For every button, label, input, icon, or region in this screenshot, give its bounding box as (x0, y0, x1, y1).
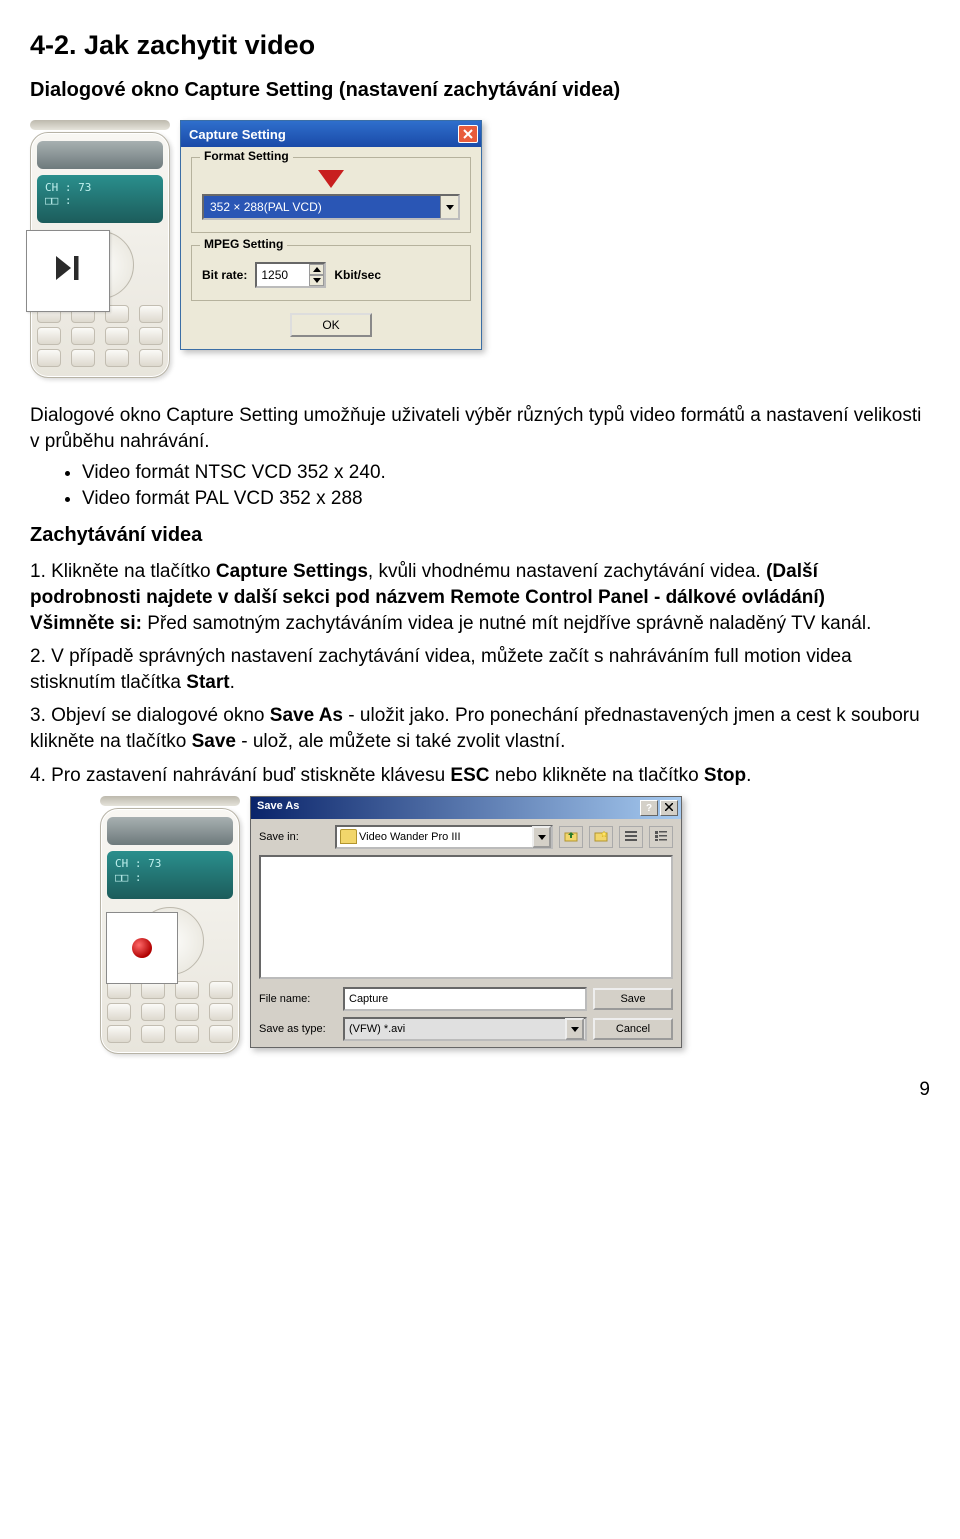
skip-next-icon (50, 250, 86, 292)
remote-button[interactable] (105, 327, 129, 345)
spin-down-button[interactable] (309, 275, 324, 286)
cancel-button[interactable]: Cancel (593, 1018, 673, 1040)
red-arrow-icon (318, 170, 344, 188)
bitrate-unit: Kbit/sec (334, 268, 381, 282)
remote-button[interactable] (71, 349, 95, 367)
savein-select[interactable]: Video Wander Pro III (335, 825, 553, 849)
remote-button[interactable] (175, 1003, 199, 1021)
page-number: 9 (30, 1079, 930, 1101)
bitrate-stepper[interactable] (255, 262, 326, 288)
save-as-dialog: Save As ? Save in: Video Wander Pro III (250, 796, 682, 1048)
close-button[interactable] (660, 800, 678, 816)
dialog-titlebar: Save As ? (251, 797, 681, 819)
remote-button[interactable] (37, 327, 61, 345)
remote-button[interactable] (141, 1003, 165, 1021)
close-button[interactable] (458, 125, 478, 143)
details-icon (655, 831, 667, 844)
remote-button[interactable] (107, 1025, 131, 1043)
lead-paragraph: Dialogové okno Capture Setting (nastaven… (30, 79, 930, 102)
remote-button[interactable] (107, 1003, 131, 1021)
ok-button[interactable]: OK (290, 313, 372, 337)
remote-button[interactable] (139, 327, 163, 345)
dialog-title: Save As (257, 800, 299, 816)
step-2: 2. V případě správných nastavení zachytá… (30, 644, 930, 695)
folder-icon (340, 829, 357, 844)
mpeg-setting-group: MPEG Setting Bit rate: Kbit/sec (191, 245, 471, 301)
remote-button[interactable] (105, 349, 129, 367)
type-select[interactable]: (VFW) *.avi (343, 1017, 587, 1041)
remote-lcd: CH : 73 □□ : (37, 175, 163, 223)
body-text: Dialogové okno Capture Setting umožňuje … (30, 403, 930, 788)
figure-row-1: CH : 73 □□ : (30, 120, 930, 378)
list-item: Video formát PAL VCD 352 x 288 (82, 488, 930, 510)
figure-row-2: CH : 73 □□ : (100, 796, 930, 1054)
filename-field[interactable]: Capture (343, 987, 587, 1011)
save-button[interactable]: Save (593, 988, 673, 1010)
list-item: Video formát NTSC VCD 352 x 240. (82, 462, 930, 484)
help-button[interactable]: ? (640, 800, 658, 816)
bitrate-label: Bit rate: (202, 268, 247, 282)
up-folder-button[interactable] (559, 826, 583, 848)
remote-brand (107, 817, 233, 845)
remote-button[interactable] (139, 349, 163, 367)
subheading: Zachytávání videa (30, 524, 930, 547)
folder-up-icon (564, 830, 578, 845)
intro-paragraph: Dialogové okno Capture Setting umožňuje … (30, 403, 930, 454)
remote-button[interactable] (209, 981, 233, 999)
savein-label: Save in: (259, 831, 329, 843)
step-1: 1. Klikněte na tlačítko Capture Settings… (30, 559, 930, 636)
remote-control-panel: CH : 73 □□ : (30, 120, 170, 378)
new-folder-button[interactable] (589, 826, 613, 848)
dialog-title: Capture Setting (189, 127, 286, 142)
section-title: 4-2. Jak zachytit video (30, 30, 930, 61)
step-4: 4. Pro zastavení nahrávání buď stiskněte… (30, 763, 930, 789)
remote-button[interactable] (209, 1025, 233, 1043)
close-icon (665, 802, 673, 814)
format-setting-group: Format Setting 352 × 288(PAL VCD) (191, 157, 471, 233)
chevron-down-icon (446, 205, 454, 210)
chevron-down-icon (538, 835, 546, 840)
format-select[interactable]: 352 × 288(PAL VCD) (202, 194, 460, 220)
chevron-down-icon (313, 278, 321, 283)
dropdown-button[interactable] (532, 826, 551, 848)
remote-button[interactable] (71, 327, 95, 345)
format-bullets: Video formát NTSC VCD 352 x 240. Video f… (30, 462, 930, 510)
callout-skip-icon (26, 230, 110, 312)
bitrate-input[interactable] (257, 264, 309, 286)
remote-button[interactable] (209, 1003, 233, 1021)
remote-control-panel: CH : 73 □□ : (100, 796, 240, 1054)
savein-value: Video Wander Pro III (359, 831, 461, 843)
remote-button[interactable] (141, 1025, 165, 1043)
group-legend: MPEG Setting (200, 237, 287, 251)
list-view-button[interactable] (619, 826, 643, 848)
group-legend: Format Setting (200, 149, 293, 163)
format-value: 352 × 288(PAL VCD) (204, 196, 440, 218)
file-list[interactable] (259, 855, 673, 979)
chevron-down-icon (571, 1027, 579, 1032)
filename-label: File name: (259, 993, 337, 1005)
record-icon (132, 938, 152, 958)
step-3: 3. Objeví se dialogové okno Save As - ul… (30, 703, 930, 754)
dialog-titlebar: Capture Setting (181, 121, 481, 147)
remote-button[interactable] (175, 1025, 199, 1043)
callout-record-icon (106, 912, 178, 984)
remote-brand (37, 141, 163, 169)
dropdown-button[interactable] (440, 196, 458, 218)
dropdown-button[interactable] (565, 1018, 584, 1040)
spin-up-button[interactable] (309, 264, 324, 275)
help-icon: ? (646, 803, 652, 814)
remote-lcd: CH : 73 □□ : (107, 851, 233, 899)
detail-view-button[interactable] (649, 826, 673, 848)
new-folder-icon (594, 830, 608, 845)
remote-button[interactable] (175, 981, 199, 999)
list-icon (625, 831, 637, 844)
type-label: Save as type: (259, 1023, 337, 1035)
remote-button[interactable] (37, 349, 61, 367)
chevron-up-icon (313, 267, 321, 272)
remote-button[interactable] (139, 305, 163, 323)
close-icon (463, 127, 473, 142)
capture-setting-dialog: Capture Setting Format Setting 352 × 288… (180, 120, 482, 350)
